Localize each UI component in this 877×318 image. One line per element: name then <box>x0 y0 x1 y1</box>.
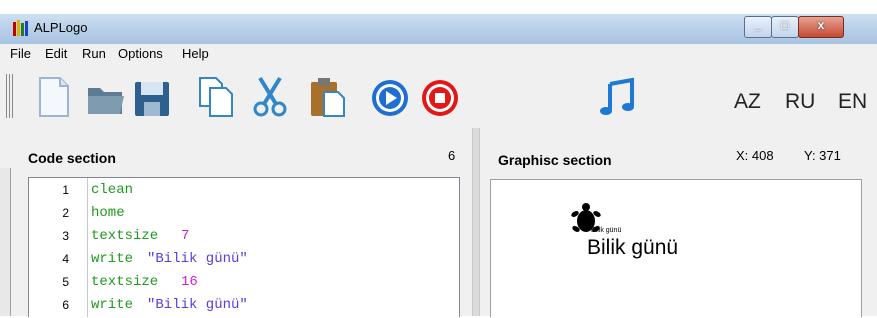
code-line[interactable]: 6 write "Bilik günü" <box>29 295 459 318</box>
minimize-button[interactable]: _ <box>744 16 772 38</box>
code-number: 7 <box>181 228 190 244</box>
stop-icon[interactable] <box>420 76 460 118</box>
alplogo-app-icon <box>13 20 28 36</box>
new-file-icon[interactable] <box>34 76 74 118</box>
code-section-title: Code section <box>28 150 116 166</box>
music-icon[interactable] <box>598 76 638 118</box>
minimize-icon: _ <box>754 18 762 32</box>
code-line[interactable]: 3 textsize 7 <box>29 226 459 249</box>
graphics-section-title: Graphisc section <box>498 152 612 168</box>
title-bar[interactable]: ALPLogo _ □ x <box>0 14 877 44</box>
menu-edit[interactable]: Edit <box>45 46 67 61</box>
line-number: 6 <box>62 298 69 312</box>
code-line-count: 6 <box>448 148 456 163</box>
lang-az-button[interactable]: AZ <box>734 90 761 114</box>
code-line[interactable]: 5 textsize 16 <box>29 272 459 295</box>
maximize-icon: □ <box>781 18 789 32</box>
graphics-large-text: Bilik günü <box>587 236 679 259</box>
run-icon[interactable] <box>370 76 410 118</box>
menu-bar: File Edit Run Options Help <box>0 44 877 64</box>
graphics-canvas[interactable]: Bilik günü Bilik günü <box>490 179 862 317</box>
code-string: "Bilik günü" <box>147 251 248 267</box>
toolbar-grip[interactable] <box>6 74 14 118</box>
lang-ru-button[interactable]: RU <box>785 90 815 114</box>
paste-icon[interactable] <box>308 76 348 118</box>
code-keyword: textsize <box>91 274 159 290</box>
save-icon[interactable] <box>132 76 172 118</box>
code-keyword: clean <box>91 182 134 198</box>
app-window: ALPLogo _ □ x File Edit Run Options Help <box>0 14 877 317</box>
code-line[interactable]: 2 home <box>29 203 459 226</box>
line-number: 5 <box>62 275 69 289</box>
copy-icon[interactable] <box>196 76 236 118</box>
close-button[interactable]: x <box>798 16 844 38</box>
code-keyword: write <box>91 297 134 313</box>
line-number: 2 <box>62 206 69 220</box>
left-scroll-strip[interactable] <box>0 168 11 316</box>
line-number: 4 <box>62 252 69 266</box>
menu-file[interactable]: File <box>10 46 31 61</box>
lang-en-button[interactable]: EN <box>838 90 867 114</box>
code-number: 16 <box>181 274 198 290</box>
x-coordinate-readout: X: 408 <box>736 148 774 163</box>
line-number: 1 <box>62 183 69 197</box>
open-folder-icon[interactable] <box>86 76 126 118</box>
menu-help[interactable]: Help <box>182 46 209 61</box>
code-keyword: textsize <box>91 228 159 244</box>
y-coordinate-readout: Y: 371 <box>804 148 841 163</box>
toolbar: AZ RU EN <box>0 64 877 128</box>
graphics-small-text: Bilik günü <box>591 227 622 234</box>
pane-splitter[interactable] <box>472 128 480 316</box>
code-keyword: home <box>91 205 125 221</box>
menu-run[interactable]: Run <box>82 46 106 61</box>
close-icon: x <box>817 18 825 32</box>
main-panes: Code section 6 1 clean 2 home 3 textsize… <box>0 128 877 317</box>
line-number: 3 <box>62 229 69 243</box>
menu-options[interactable]: Options <box>118 46 163 61</box>
code-line[interactable]: 1 clean <box>29 180 459 203</box>
code-keyword: write <box>91 251 134 267</box>
window-title: ALPLogo <box>34 20 88 35</box>
cut-icon[interactable] <box>250 76 290 118</box>
maximize-button[interactable]: □ <box>771 16 799 38</box>
code-editor[interactable]: 1 clean 2 home 3 textsize 7 4 write "Bil… <box>28 177 460 317</box>
code-string: "Bilik günü" <box>147 297 248 313</box>
code-line[interactable]: 4 write "Bilik günü" <box>29 249 459 272</box>
background-strip <box>0 0 877 14</box>
